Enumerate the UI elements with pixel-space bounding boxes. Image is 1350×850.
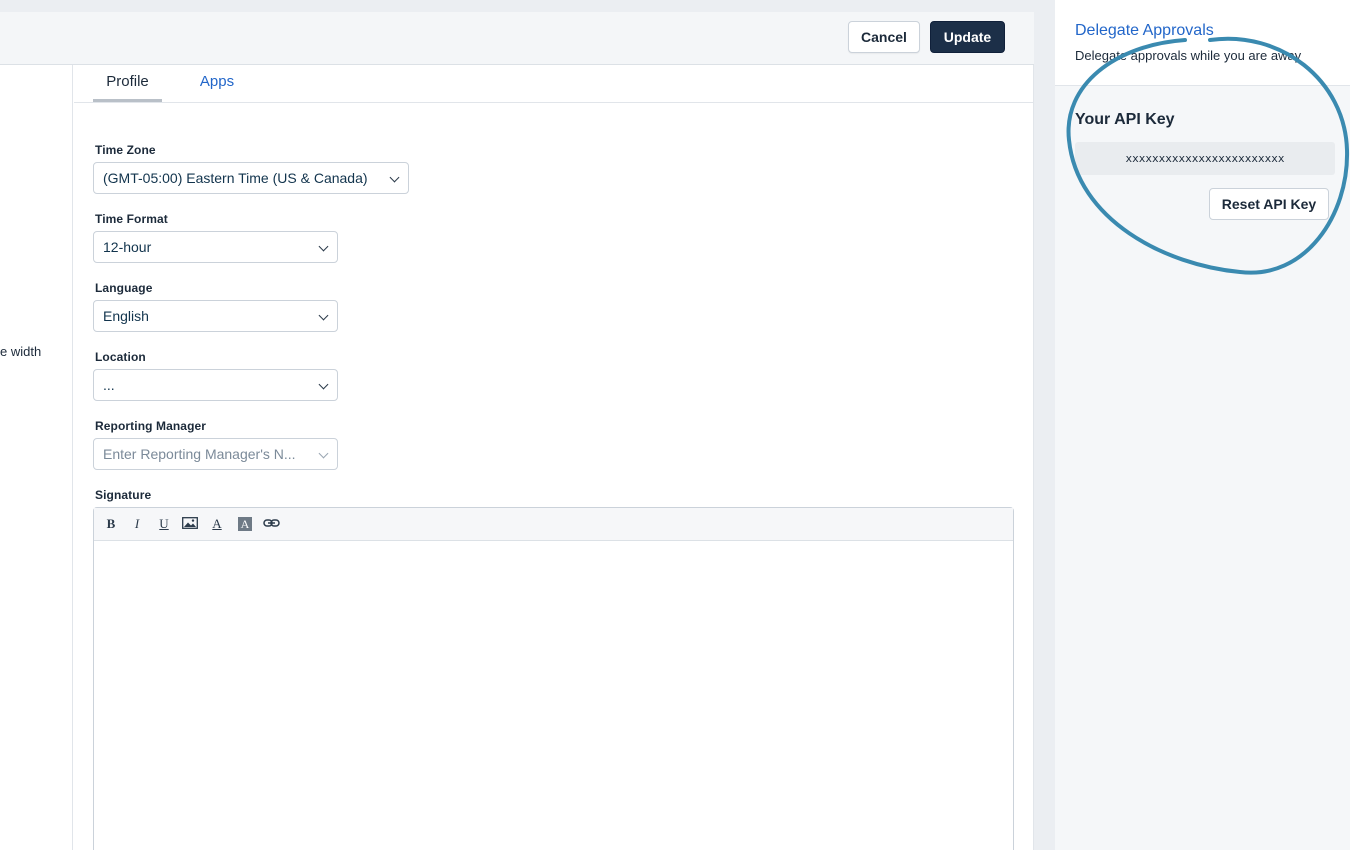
signature-label: Signature: [95, 488, 152, 502]
chevron-down-icon: [318, 241, 329, 252]
location-label: Location: [95, 350, 146, 364]
language-label: Language: [95, 281, 153, 295]
time-format-select[interactable]: 12-hour: [93, 231, 338, 263]
time-zone-select[interactable]: (GMT-05:00) Eastern Time (US & Canada): [93, 162, 409, 194]
reporting-manager-label: Reporting Manager: [95, 419, 207, 433]
header-bar: Cancel Update: [0, 12, 1034, 65]
language-select[interactable]: English: [93, 300, 338, 332]
time-format-label: Time Format: [95, 212, 168, 226]
location-value: ...: [103, 377, 115, 393]
delegate-approvals-description: Delegate approvals while you are away: [1075, 48, 1302, 63]
cancel-button[interactable]: Cancel: [848, 21, 920, 53]
api-key-card: Your API Key xxxxxxxxxxxxxxxxxxxxxxxx Re…: [1055, 87, 1350, 235]
left-strip: e width: [0, 65, 73, 850]
update-button[interactable]: Update: [930, 21, 1005, 53]
left-strip-partial-text: e width: [0, 344, 42, 359]
link-icon[interactable]: [263, 516, 280, 532]
api-key-title: Your API Key: [1075, 111, 1175, 128]
chevron-down-icon: [318, 310, 329, 321]
reporting-manager-input[interactable]: Enter Reporting Manager's N...: [93, 438, 338, 470]
time-zone-value: (GMT-05:00) Eastern Time (US & Canada): [103, 170, 368, 186]
chevron-down-icon: [318, 448, 329, 459]
signature-editor-body[interactable]: [94, 541, 1013, 850]
time-zone-label: Time Zone: [95, 143, 156, 157]
signature-editor: B I U A A: [93, 507, 1014, 850]
api-key-value: xxxxxxxxxxxxxxxxxxxxxxxx: [1075, 142, 1335, 175]
location-select[interactable]: ...: [93, 369, 338, 401]
time-format-value: 12-hour: [103, 239, 152, 255]
editor-toolbar: B I U A A: [94, 508, 1013, 541]
chevron-down-icon: [318, 379, 329, 390]
app-root: Cancel Update e width Profile Apps Time …: [0, 0, 1350, 850]
delegate-approvals-link[interactable]: Delegate Approvals: [1075, 22, 1214, 40]
insert-image-icon[interactable]: [182, 516, 198, 532]
delegate-approvals-card: Delegate Approvals Delegate approvals wh…: [1055, 0, 1350, 86]
background-color-icon[interactable]: A: [237, 516, 253, 532]
language-value: English: [103, 308, 149, 324]
chevron-down-icon: [389, 172, 400, 183]
reporting-manager-placeholder: Enter Reporting Manager's N...: [103, 446, 296, 462]
italic-icon[interactable]: I: [129, 516, 145, 532]
bold-icon[interactable]: B: [103, 516, 119, 532]
tab-profile[interactable]: Profile: [93, 65, 162, 102]
background-color-glyph: A: [238, 517, 252, 531]
tab-apps[interactable]: Apps: [189, 65, 245, 102]
right-sidebar: Delegate Approvals Delegate approvals wh…: [1055, 0, 1350, 850]
profile-tabs: Profile Apps: [74, 65, 1034, 103]
underline-icon[interactable]: U: [156, 516, 172, 532]
reset-api-key-button[interactable]: Reset API Key: [1209, 188, 1329, 220]
font-color-icon[interactable]: A: [209, 516, 225, 532]
